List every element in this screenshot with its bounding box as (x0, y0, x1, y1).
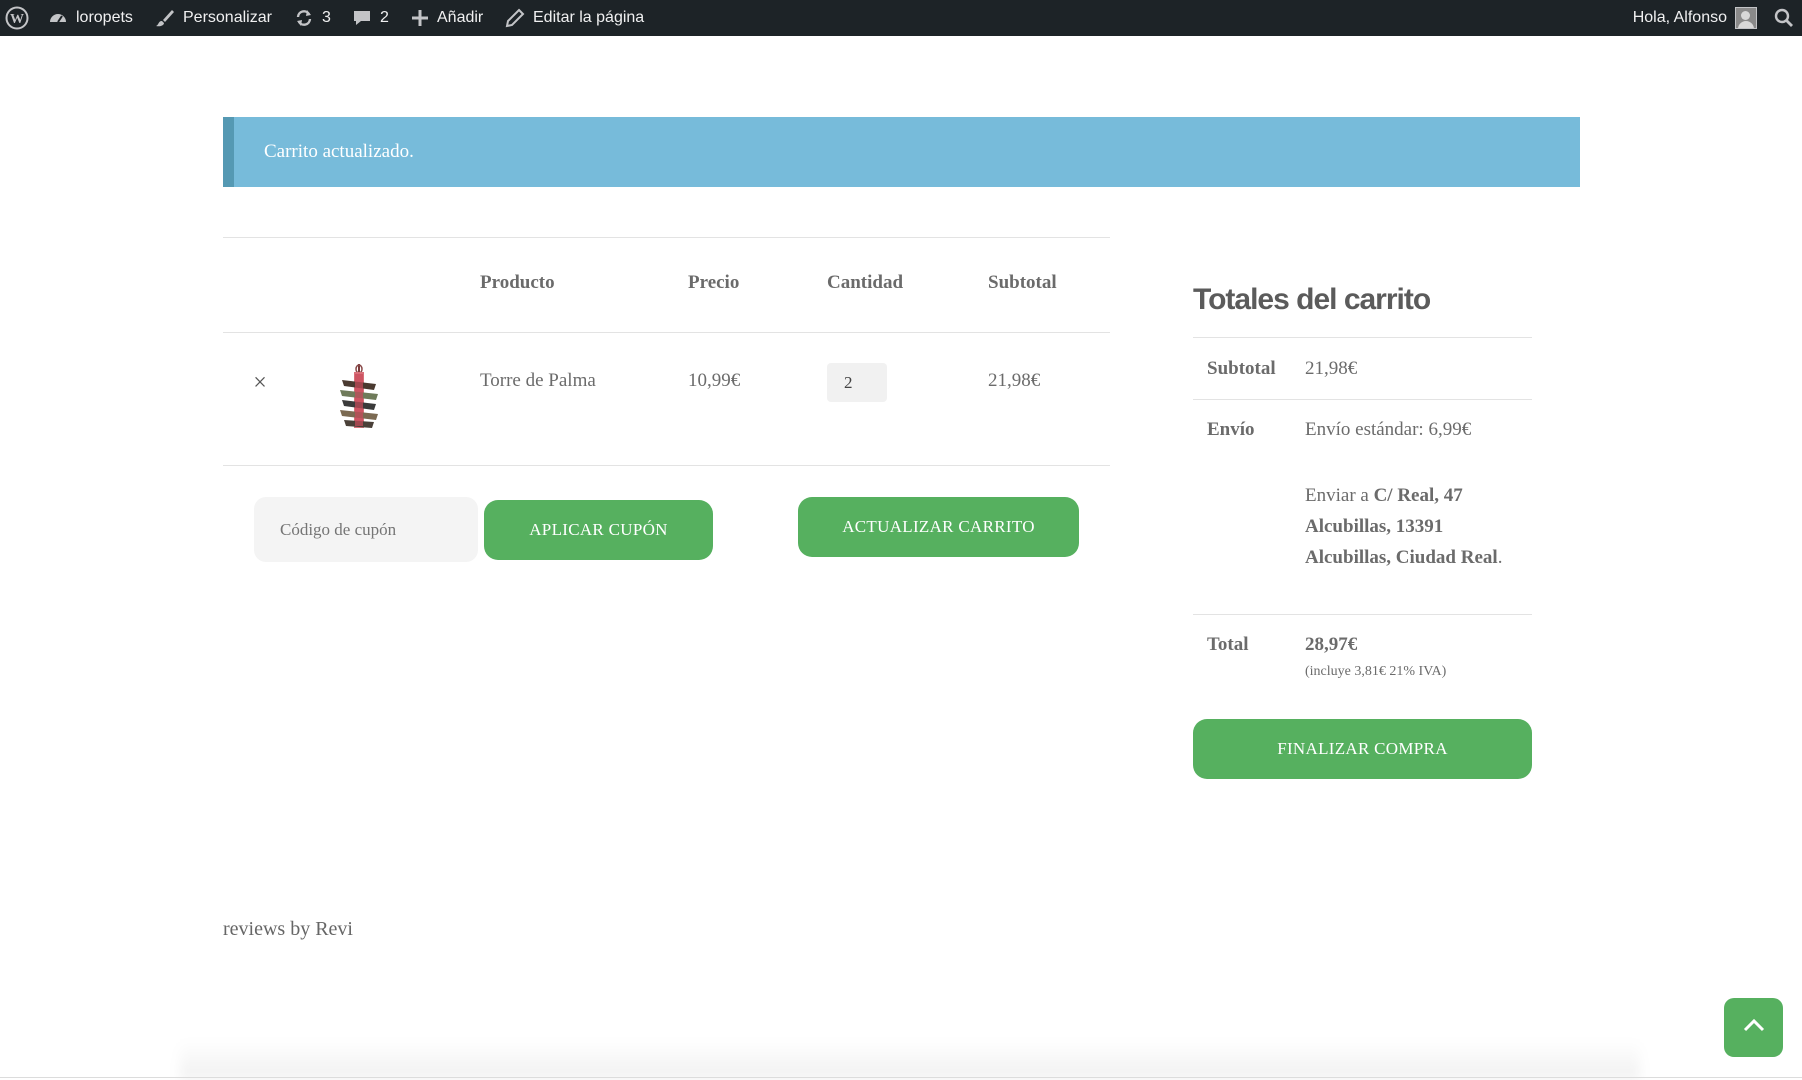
product-image (340, 364, 378, 428)
customize-label: Personalizar (183, 9, 272, 26)
checkout-button[interactable]: FINALIZAR COMPRA (1193, 719, 1532, 779)
table-header-divider (223, 332, 1110, 333)
bottom-divider (0, 1077, 1802, 1078)
subtotal-divider (1193, 399, 1532, 400)
remove-item-button[interactable]: × (249, 370, 271, 396)
comment-icon (352, 8, 372, 28)
shipping-label: Envío (1207, 419, 1255, 440)
product-price: 10,99€ (688, 370, 741, 391)
subtotal-label: Subtotal (1207, 358, 1276, 379)
address-line-3: Alcubillas, Ciudad Real (1305, 547, 1498, 568)
ship-to-prefix: Enviar a (1305, 485, 1369, 506)
search-icon (1774, 8, 1794, 28)
my-account-menu[interactable]: Hola, Alfonso (1633, 0, 1757, 36)
product-name[interactable]: Torre de Palma (480, 370, 596, 392)
reviews-credit[interactable]: reviews by Revi (223, 918, 353, 941)
column-header-product: Producto (480, 272, 555, 293)
customize-menu[interactable]: Personalizar (155, 0, 272, 36)
product-thumbnail[interactable] (330, 364, 390, 432)
comments-count: 2 (380, 9, 389, 26)
cart-updated-notice: Carrito actualizado. (223, 117, 1580, 187)
column-header-price: Precio (688, 272, 740, 293)
update-cart-button[interactable]: ACTUALIZAR CARRITO (798, 497, 1079, 557)
greeting: Hola, Alfonso (1632, 9, 1727, 26)
table-top-divider (223, 237, 1110, 238)
site-name: loropets (76, 9, 133, 26)
address-end: . (1497, 547, 1503, 568)
svg-text:W: W (10, 12, 24, 27)
column-header-quantity: Cantidad (827, 272, 904, 293)
total-label: Total (1207, 634, 1249, 655)
tax-note: (incluye 3,81€ 21% IVA) (1305, 664, 1447, 679)
edit-page-label: Editar la página (533, 9, 645, 26)
notice-message: Carrito actualizado. (264, 141, 414, 162)
admin-search[interactable] (1774, 0, 1794, 36)
shipping-method: Envío estándar: 6,99€ (1305, 419, 1472, 440)
shipping-destination: Enviar a C/ Real, 47 Alcubillas, 13391 A… (1305, 480, 1502, 573)
wordpress-icon: W (5, 6, 29, 30)
total-value: 28,97€ (1305, 634, 1358, 655)
close-icon: × (253, 370, 267, 396)
subtotal-value: 21,98€ (1305, 358, 1358, 379)
column-header-subtotal: Subtotal (988, 272, 1057, 293)
updates-icon (294, 8, 314, 28)
address-line-2: Alcubillas, 13391 (1305, 516, 1444, 537)
avatar (1735, 7, 1757, 29)
chevron-up-icon (1742, 1017, 1766, 1038)
brush-icon (155, 8, 175, 28)
footer-shadow (180, 1040, 1640, 1080)
add-new-label: Añadir (437, 9, 484, 26)
cart-totals-title: Totales del carrito (1193, 283, 1431, 316)
pencil-icon (505, 8, 525, 28)
wp-logo-menu[interactable]: W (5, 0, 29, 36)
address-line-1: C/ Real, 47 (1373, 485, 1463, 506)
admin-bar: W loropets Personalizar 3 2 Añadir Edita… (0, 0, 1802, 36)
apply-coupon-button[interactable]: APLICAR CUPÓN (484, 500, 713, 560)
totals-top-divider (1193, 337, 1532, 338)
scroll-to-top-button[interactable] (1724, 998, 1783, 1057)
updates-count: 3 (322, 9, 331, 26)
shipping-divider (1193, 614, 1532, 615)
updates-menu[interactable]: 3 (294, 0, 331, 36)
product-subtotal: 21,98€ (988, 370, 1041, 391)
add-new-menu[interactable]: Añadir (411, 0, 483, 36)
table-row-divider (223, 465, 1110, 466)
dashboard-icon (48, 8, 68, 28)
coupon-code-input[interactable] (254, 497, 478, 562)
plus-icon (411, 9, 429, 27)
edit-page-menu[interactable]: Editar la página (505, 0, 644, 36)
comments-menu[interactable]: 2 (352, 0, 389, 36)
quantity-input[interactable] (827, 363, 887, 402)
site-name-menu[interactable]: loropets (48, 0, 133, 36)
